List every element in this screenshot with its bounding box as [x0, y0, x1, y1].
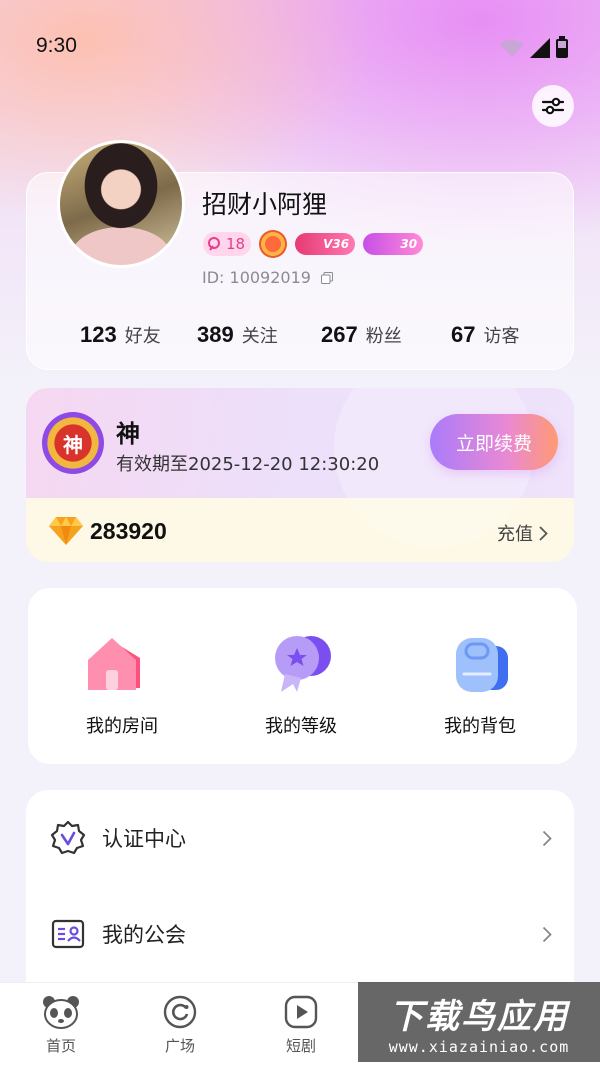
stat-following-label: 关注	[241, 326, 278, 347]
menu-item-verification[interactable]: 认证中心	[26, 808, 574, 868]
status-bar: 9:30	[0, 0, 600, 92]
recharge-link[interactable]: 充值	[497, 520, 548, 546]
level-30-badge[interactable]: 30	[363, 233, 424, 255]
charm-badge[interactable]: 18	[203, 232, 252, 256]
stat-friends[interactable]: 123 好友	[80, 322, 161, 348]
verify-badge-icon	[50, 820, 86, 855]
watermark-subtitle: www.xiazainiao.com	[388, 1037, 570, 1056]
tab-home[interactable]: 首页	[21, 995, 101, 1056]
house-icon	[88, 638, 140, 690]
chevron-right-icon	[542, 830, 552, 846]
vip-emblem-icon: 神	[42, 412, 104, 474]
vip-expiry: 有效期至2025-12-20 12:30:20	[116, 454, 380, 475]
signal-icon	[530, 38, 550, 58]
vip-emblem-text: 神	[63, 432, 83, 457]
play-icon	[284, 995, 318, 1029]
stat-fans[interactable]: 267 粉丝	[321, 322, 402, 348]
stat-visitors[interactable]: 67 访客	[451, 322, 519, 348]
quick-my-level-label: 我的等级	[265, 716, 337, 737]
level-medal-icon	[275, 636, 331, 692]
guild-card-icon	[51, 919, 85, 949]
search-charm-icon	[208, 237, 220, 251]
settings-filter-button[interactable]	[532, 85, 574, 127]
panda-icon	[43, 996, 79, 1029]
battery-icon	[556, 36, 568, 58]
tab-short-drama[interactable]: 短剧	[261, 995, 341, 1056]
vip-title: 神	[116, 420, 140, 448]
quick-my-backpack[interactable]: 我的背包	[390, 628, 570, 738]
quick-my-level[interactable]: 我的等级	[211, 628, 391, 738]
diamond-balance: 283920	[90, 518, 167, 544]
stat-visitors-label: 访客	[483, 326, 520, 347]
sliders-icon	[542, 97, 564, 115]
renew-button[interactable]: 立即续费	[430, 414, 558, 470]
menu-verification-label: 认证中心	[102, 827, 186, 851]
recharge-label: 充值	[497, 524, 533, 545]
v36-badge[interactable]: V36	[295, 233, 356, 255]
diamond-icon	[49, 517, 83, 545]
stat-following[interactable]: 389 关注	[197, 322, 278, 348]
badges-row: 18 V36 30	[203, 230, 424, 258]
username: 招财小阿狸	[202, 190, 328, 219]
menu-item-guild[interactable]: 我的公会	[26, 904, 574, 964]
watermark-title: 下载鸟应用	[389, 996, 569, 1037]
tab-home-label: 首页	[45, 1037, 76, 1055]
vip-card: 神 神 有效期至2025-12-20 12:30:20 立即续费 283920 …	[26, 388, 574, 562]
charm-level: 18	[226, 235, 246, 253]
quick-my-room-label: 我的房间	[86, 716, 158, 737]
user-id: ID: 10092019	[202, 268, 311, 287]
stat-friends-count: 123	[80, 322, 117, 347]
refresh-circle-icon	[163, 995, 197, 1029]
quick-my-backpack-label: 我的背包	[444, 716, 516, 737]
menu-guild-label: 我的公会	[102, 923, 186, 947]
stat-friends-label: 好友	[124, 326, 161, 347]
tab-square[interactable]: 广场	[140, 995, 220, 1056]
tab-short-drama-label: 短剧	[285, 1037, 316, 1055]
wifi-icon	[500, 40, 524, 57]
stat-following-count: 389	[197, 322, 234, 347]
level-30-label: 30	[400, 237, 418, 251]
chevron-right-icon	[539, 525, 548, 541]
user-id-row: ID: 10092019	[202, 268, 333, 287]
status-time: 9:30	[36, 34, 77, 57]
copy-icon[interactable]	[320, 271, 333, 284]
chevron-right-icon	[542, 926, 552, 942]
watermark: 下载鸟应用 www.xiazainiao.com	[358, 982, 600, 1062]
status-icons	[500, 36, 568, 58]
avatar[interactable]	[57, 140, 185, 268]
stat-visitors-count: 67	[451, 322, 476, 347]
shield-badge-icon[interactable]	[259, 230, 288, 258]
quick-links-card: 我的房间 我的等级 我的背包	[28, 588, 577, 764]
stat-fans-count: 267	[321, 322, 358, 347]
backpack-icon	[456, 638, 508, 692]
stat-fans-label: 粉丝	[365, 326, 402, 347]
tab-square-label: 广场	[164, 1037, 195, 1055]
v36-label: V36	[323, 237, 350, 251]
quick-my-room[interactable]: 我的房间	[32, 628, 212, 738]
